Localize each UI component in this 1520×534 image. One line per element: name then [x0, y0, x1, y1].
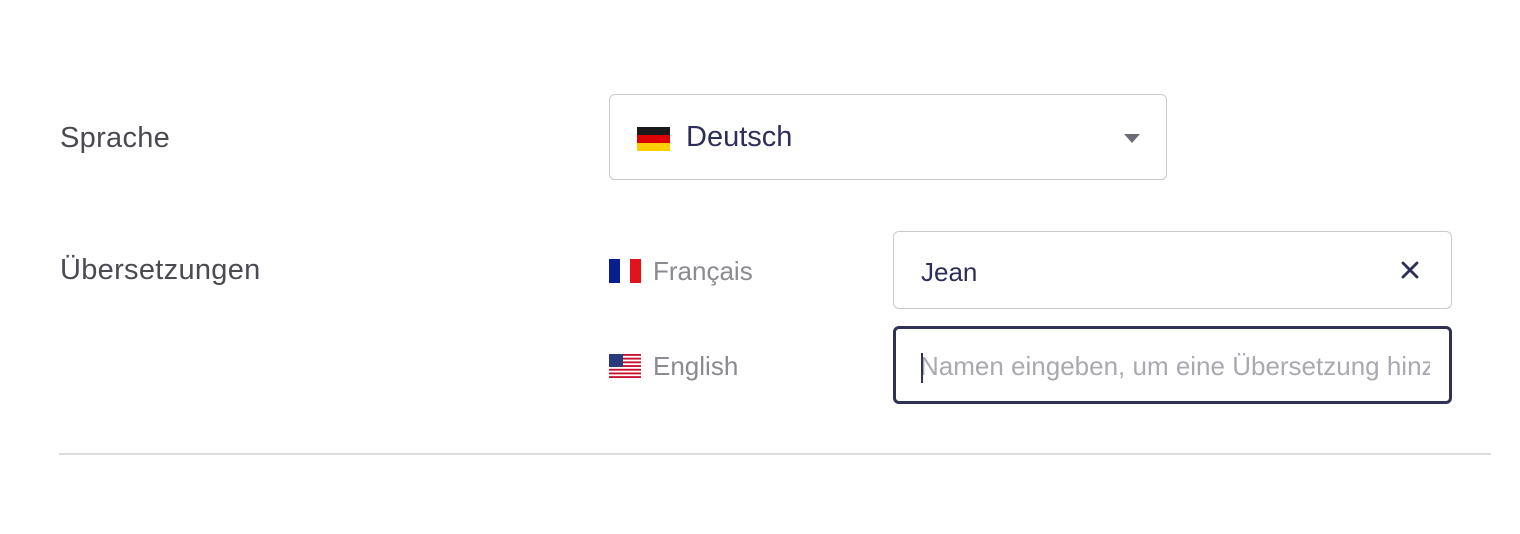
translation-input-english[interactable] — [920, 349, 1430, 383]
language-select-value: Deutsch — [686, 121, 793, 153]
divider — [59, 453, 1491, 455]
language-select[interactable]: Deutsch — [609, 94, 1167, 180]
chevron-down-icon — [1124, 134, 1140, 143]
translation-language-english: English — [609, 351, 869, 381]
translation-language-french: Français — [609, 256, 869, 286]
flag-germany-icon — [637, 127, 670, 151]
close-icon[interactable] — [1399, 259, 1421, 281]
text-cursor — [921, 353, 923, 383]
translations-label: Übersetzungen — [60, 254, 261, 286]
translation-field-english[interactable] — [893, 326, 1452, 404]
translation-value: Jean — [921, 257, 978, 287]
flag-usa-icon — [609, 354, 641, 378]
translation-language-label: Français — [653, 256, 753, 286]
flag-france-icon — [609, 259, 641, 283]
translation-field-french[interactable]: Jean — [893, 231, 1452, 309]
translation-language-label: English — [653, 351, 739, 381]
language-label: Sprache — [60, 122, 171, 154]
